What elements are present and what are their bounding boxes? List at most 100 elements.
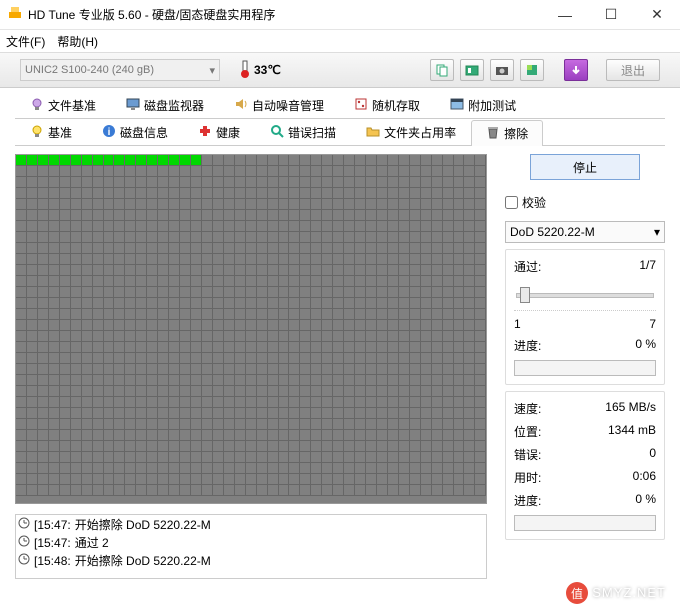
exit-button[interactable]: 退出: [606, 59, 660, 81]
copy-button[interactable]: [430, 59, 454, 81]
window-icon: [450, 97, 464, 114]
tab-label: 擦除: [504, 125, 528, 142]
info-icon: i: [102, 124, 116, 141]
clock-icon: [18, 516, 30, 534]
save-button[interactable]: [564, 59, 588, 81]
tab-label: 磁盘监视器: [144, 97, 204, 114]
tab-label: 随机存取: [372, 97, 420, 114]
pass-progress-bar: [514, 360, 656, 376]
verify-label: 校验: [522, 194, 546, 211]
verify-checkbox[interactable]: [505, 196, 518, 209]
screenshot-button[interactable]: [460, 59, 484, 81]
trash-icon: [486, 125, 500, 142]
tab-随机存取[interactable]: 随机存取: [339, 92, 435, 118]
total-progress-bar: [514, 515, 656, 531]
log-time: [15:48:: [34, 552, 71, 570]
tab-磁盘监视器[interactable]: 磁盘监视器: [111, 92, 219, 118]
tab-label: 健康: [216, 124, 240, 141]
dice-icon: [354, 97, 368, 114]
menu-help[interactable]: 帮助(H): [57, 33, 98, 50]
pass-label: 通过:: [514, 258, 541, 275]
menu-bar: 文件(F) 帮助(H): [0, 30, 680, 52]
tab-健康[interactable]: 健康: [183, 119, 255, 145]
drive-select-value: UNIC2 S100-240 (240 gB): [25, 64, 154, 76]
tab-擦除[interactable]: 擦除: [471, 120, 543, 146]
scan-icon: [270, 124, 284, 141]
log-panel[interactable]: [15:47: 开始擦除 DoD 5220.22-M[15:47: 通过 2[1…: [15, 514, 487, 579]
err-label: 错误:: [514, 446, 541, 463]
log-text: 开始擦除 DoD 5220.22-M: [75, 552, 211, 570]
erase-grid: [15, 154, 487, 504]
tab-文件夹占用率[interactable]: 文件夹占用率: [351, 119, 471, 145]
drive-select[interactable]: UNIC2 S100-240 (240 gB) ▾: [20, 59, 220, 81]
tab-area: 文件基准 磁盘监视器 自动噪音管理 随机存取 附加测试 基准 i磁盘信息 健康 错误扫描 文件夹…: [0, 88, 680, 146]
tab-磁盘信息[interactable]: i磁盘信息: [87, 119, 183, 145]
lightbulb-y-icon: [30, 124, 44, 141]
pos-label: 位置:: [514, 423, 541, 440]
tab-label: 附加测试: [468, 97, 516, 114]
speed-label: 速度:: [514, 400, 541, 417]
watermark-badge: 值: [566, 582, 588, 604]
tab-label: 文件基准: [48, 97, 96, 114]
progress-value: 0 %: [635, 337, 656, 354]
pos-value: 1344 mB: [608, 423, 656, 440]
slider-thumb[interactable]: [520, 287, 530, 303]
stats-group: 速度:165 MB/s 位置:1344 mB 错误:0 用时:0:06 进度:0…: [505, 391, 665, 540]
chevron-down-icon: ▾: [654, 225, 660, 239]
window-title: HD Tune 专业版 5.60 - 硬盘/固态硬盘实用程序: [28, 6, 542, 23]
tab-label: 磁盘信息: [120, 124, 168, 141]
erase-method-select[interactable]: DoD 5220.22-M ▾: [505, 221, 665, 243]
thermometer-icon: [240, 60, 250, 81]
err-value: 0: [649, 446, 656, 463]
time-label: 用时:: [514, 469, 541, 486]
app-icon: [8, 5, 22, 24]
progress2-label: 进度:: [514, 492, 541, 509]
tab-自动噪音管理[interactable]: 自动噪音管理: [219, 92, 339, 118]
settings-button[interactable]: [520, 59, 544, 81]
log-line: [15:47: 通过 2: [18, 534, 484, 552]
log-line: [15:48: 开始擦除 DoD 5220.22-M: [18, 552, 484, 570]
tabs-row-1: 文件基准 磁盘监视器 自动噪音管理 随机存取 附加测试: [15, 92, 665, 119]
progress2-value: 0 %: [635, 492, 656, 509]
tab-错误扫描[interactable]: 错误扫描: [255, 119, 351, 145]
camera-button[interactable]: [490, 59, 514, 81]
log-text: 开始擦除 DoD 5220.22-M: [75, 516, 211, 534]
monitor-icon: [126, 97, 140, 114]
menu-file[interactable]: 文件(F): [6, 33, 45, 50]
clock-icon: [18, 534, 30, 552]
temperature-display: 33℃: [240, 60, 281, 81]
tab-文件基准[interactable]: 文件基准: [15, 92, 111, 118]
toolbar: UNIC2 S100-240 (240 gB) ▾ 33℃ 退出: [0, 52, 680, 88]
tabs-row-2: 基准 i磁盘信息 健康 错误扫描 文件夹占用率 擦除: [15, 119, 665, 146]
lightbulb-icon: [30, 97, 44, 114]
range-max: 7: [649, 317, 656, 331]
log-time: [15:47:: [34, 534, 71, 552]
tab-附加测试[interactable]: 附加测试: [435, 92, 531, 118]
pass-slider[interactable]: [514, 281, 656, 311]
log-text: 通过 2: [75, 534, 109, 552]
tab-label: 文件夹占用率: [384, 124, 456, 141]
range-min: 1: [514, 317, 521, 331]
log-line: [15:47: 开始擦除 DoD 5220.22-M: [18, 516, 484, 534]
folder-icon: [366, 124, 380, 141]
tab-label: 基准: [48, 124, 72, 141]
tab-label: 错误扫描: [288, 124, 336, 141]
side-panel: 停止 校验 DoD 5220.22-M ▾ 通过:1/7 17 进度:0 % 速…: [505, 154, 665, 579]
clock-icon: [18, 552, 30, 570]
temperature-value: 33℃: [254, 63, 281, 77]
chevron-down-icon: ▾: [209, 64, 215, 77]
tab-基准[interactable]: 基准: [15, 119, 87, 145]
speaker-icon: [234, 97, 248, 114]
stop-button[interactable]: 停止: [530, 154, 640, 180]
close-button[interactable]: ✕: [634, 0, 680, 30]
minimize-button[interactable]: —: [542, 0, 588, 30]
erase-method-value: DoD 5220.22-M: [510, 225, 595, 239]
log-time: [15:47:: [34, 516, 71, 534]
time-value: 0:06: [633, 469, 656, 486]
pass-group: 通过:1/7 17 进度:0 %: [505, 249, 665, 385]
tab-label: 自动噪音管理: [252, 97, 324, 114]
content-area: [15:47: 开始擦除 DoD 5220.22-M[15:47: 通过 2[1…: [0, 146, 680, 579]
maximize-button[interactable]: ☐: [588, 0, 634, 30]
progress-label: 进度:: [514, 337, 541, 354]
title-bar: HD Tune 专业版 5.60 - 硬盘/固态硬盘实用程序 — ☐ ✕: [0, 0, 680, 30]
